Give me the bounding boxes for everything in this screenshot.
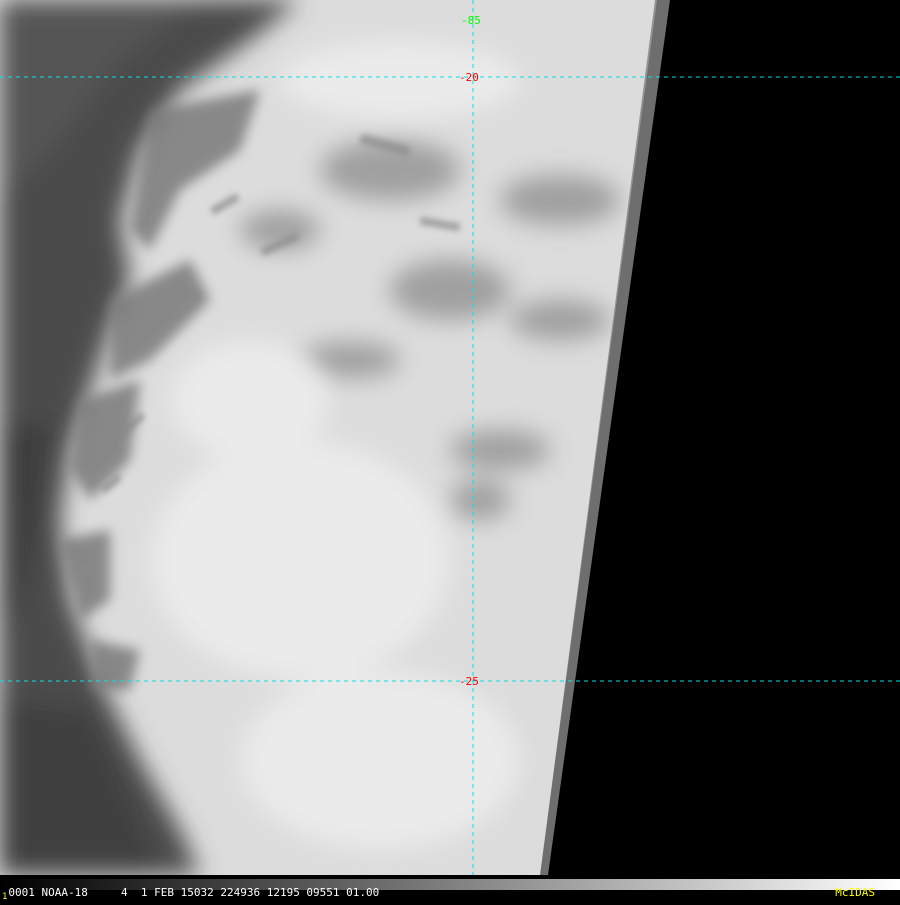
longitude-label: -85 xyxy=(461,14,481,27)
image-info-text: 10001 NOAA-18 4 1 FEB 15032 224936 12195… xyxy=(2,885,380,902)
mcidas-logo: McIDAS xyxy=(835,886,875,899)
status-bar: 10001 NOAA-18 4 1 FEB 15032 224936 12195… xyxy=(0,875,900,902)
satellite-info: 0001 NOAA-18 4 1 FEB 15032 224936 12195 … xyxy=(8,886,380,899)
latitude-label-south: -25 xyxy=(459,675,479,688)
satellite-image: -85 -20 -25 xyxy=(0,0,900,875)
latitude-label-north: -20 xyxy=(459,71,479,84)
frame-number: 1 xyxy=(2,892,8,902)
satellite-image-viewport[interactable]: -85 -20 -25 xyxy=(0,0,900,875)
